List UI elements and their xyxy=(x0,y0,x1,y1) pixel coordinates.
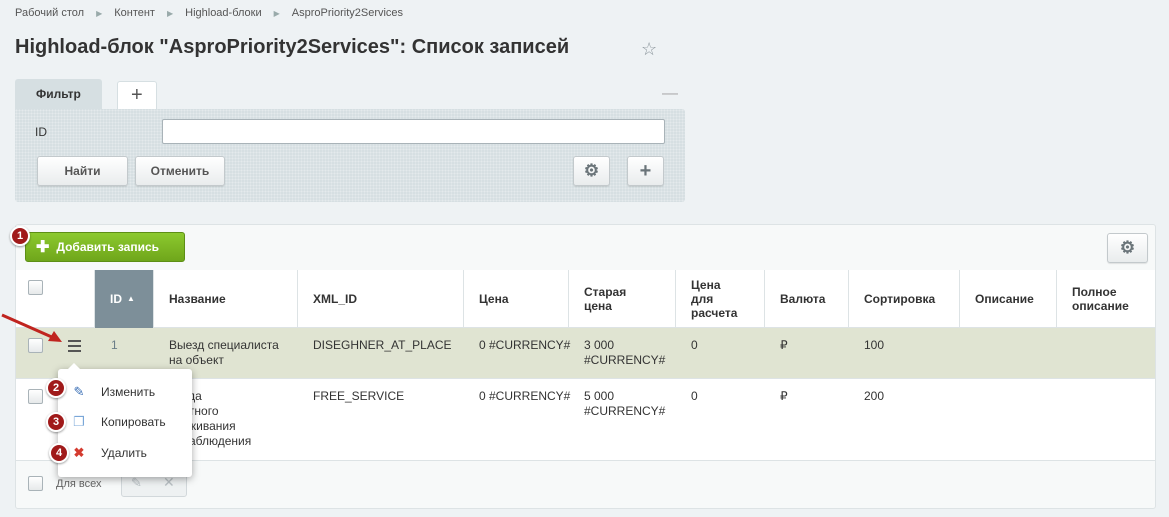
cell-xml-id: DISEGHNER_AT_PLACE xyxy=(313,338,452,352)
breadcrumb-highload[interactable]: Highload-блоки xyxy=(185,7,262,19)
th-calc-price-label: Цена для расчета xyxy=(691,278,738,320)
cell-sort: 100 xyxy=(864,338,885,352)
cell-price: 0 #CURRENCY# xyxy=(479,338,571,352)
for-all-label: Для всех xyxy=(56,478,102,490)
list-settings-button[interactable]: ⚙ xyxy=(1107,233,1148,263)
filter-id-input[interactable] xyxy=(162,119,665,144)
filter-settings-button[interactable]: ⚙ xyxy=(573,156,610,186)
th-old-price[interactable]: Старая цена xyxy=(569,270,676,328)
cell-xml-id: FREE_SERVICE xyxy=(313,389,405,403)
page-title: Highload-блок "AsproPriority2Services": … xyxy=(15,36,570,58)
th-xml-id[interactable]: XML_ID xyxy=(298,270,464,328)
table-header: ID ▲ Название XML_ID Цена Старая цена Цен… xyxy=(16,270,1155,328)
row-checkbox[interactable] xyxy=(28,389,43,404)
star-icon[interactable]: ☆ xyxy=(641,39,657,60)
pencil-icon[interactable]: ✎ xyxy=(131,475,142,491)
edit-icon: ✎ xyxy=(73,384,85,399)
breadcrumb-desktop[interactable]: Рабочий стол xyxy=(15,7,84,19)
plus-icon: + xyxy=(639,159,652,182)
gear-icon: ⚙ xyxy=(583,161,600,180)
row-context-menu: ✎ Изменить ❐ Копировать ✖ Удалить xyxy=(58,363,192,477)
th-full-description[interactable]: Полное описание xyxy=(1057,270,1155,328)
find-button[interactable]: Найти xyxy=(37,156,128,186)
th-currency[interactable]: Валюта xyxy=(765,270,849,328)
cell-price: 0 #CURRENCY# xyxy=(479,389,571,403)
breadcrumb-content[interactable]: Контент xyxy=(114,7,155,19)
th-description[interactable]: Описание xyxy=(960,270,1057,328)
th-price[interactable]: Цена xyxy=(464,270,569,328)
add-record-button[interactable]: ✚ Добавить запись xyxy=(25,232,185,262)
cell-calc-price: 0 xyxy=(691,338,698,352)
annotation-badge-2: 2 xyxy=(46,378,66,398)
chevron-right-icon: ▶ xyxy=(166,8,174,18)
cancel-button[interactable]: Отменить xyxy=(135,156,225,186)
filter-panel: ID Найти Отменить ⚙ + xyxy=(15,109,685,202)
cell-currency: ₽ xyxy=(780,338,788,352)
th-id[interactable]: ID ▲ xyxy=(95,270,154,328)
annotation-badge-4: 4 xyxy=(49,443,69,463)
menu-item-delete[interactable]: ✖ Удалить xyxy=(58,438,192,468)
cell-old-price: 3 000 #CURRENCY# xyxy=(584,338,666,367)
cell-currency: ₽ xyxy=(780,389,788,403)
gear-icon: ⚙ xyxy=(1119,238,1136,257)
th-id-label: ID xyxy=(110,292,122,306)
minimize-icon[interactable]: — xyxy=(662,85,678,103)
plus-icon: + xyxy=(130,84,143,106)
menu-item-label: Удалить xyxy=(101,446,147,460)
cell-sort: 200 xyxy=(864,389,885,403)
arrow-pointer-icon xyxy=(1,313,62,342)
th-name[interactable]: Название xyxy=(154,270,298,328)
th-full-description-label: Полное описание xyxy=(1072,285,1129,313)
th-sort[interactable]: Сортировка xyxy=(849,270,960,328)
add-filter-field-button[interactable]: + xyxy=(627,156,664,186)
menu-item-copy[interactable]: ❐ Копировать xyxy=(58,407,192,437)
chevron-right-icon: ▶ xyxy=(273,8,280,18)
sort-asc-icon: ▲ xyxy=(127,294,135,303)
th-calc-price[interactable]: Цена для расчета xyxy=(676,270,765,328)
menu-item-edit[interactable]: ✎ Изменить xyxy=(58,377,192,407)
filter-id-label: ID xyxy=(35,125,47,139)
breadcrumb-current[interactable]: AsproPriority2Services xyxy=(292,7,403,19)
cell-id: 1 xyxy=(111,338,118,352)
annotation-badge-1: 1 xyxy=(10,226,30,246)
cell-old-price: 5 000 #CURRENCY# xyxy=(584,389,666,418)
menu-item-label: Копировать xyxy=(101,415,166,429)
menu-item-label: Изменить xyxy=(101,385,156,399)
delete-icon: ✖ xyxy=(73,445,85,460)
add-filter-tab-button[interactable]: + xyxy=(116,81,157,109)
chevron-right-icon: ▶ xyxy=(96,8,103,18)
add-record-label: Добавить запись xyxy=(56,240,160,254)
all-rows-checkbox[interactable] xyxy=(28,476,43,491)
cell-calc-price: 0 xyxy=(691,389,698,403)
filter-tabs: Фильтр + xyxy=(15,79,157,109)
plus-icon: ✚ xyxy=(36,239,50,256)
tab-filter[interactable]: Фильтр xyxy=(15,79,102,109)
copy-icon: ❐ xyxy=(73,414,85,429)
cell-name: Выезд специалиста на объект xyxy=(169,338,279,367)
annotation-badge-3: 3 xyxy=(46,412,66,432)
breadcrumb: Рабочий стол ▶ Контент ▶ Highload-блоки … xyxy=(15,7,403,19)
th-old-price-label: Старая цена xyxy=(584,285,627,313)
